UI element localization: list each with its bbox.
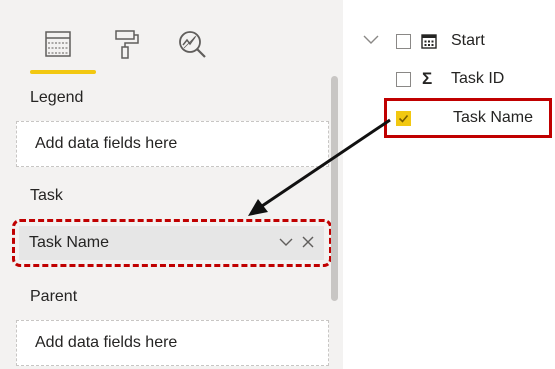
chevron-down-icon[interactable] — [362, 33, 380, 47]
format-tab[interactable] — [108, 26, 144, 62]
field-item-start[interactable]: Start — [396, 26, 485, 56]
legend-label: Legend — [30, 89, 84, 106]
parent-label: Parent — [30, 288, 78, 305]
analytics-tab[interactable] — [174, 26, 210, 62]
fields-tab[interactable] — [40, 26, 76, 62]
field-item-task-id[interactable]: Σ Task ID — [396, 64, 504, 94]
task-label: Task — [30, 187, 63, 204]
analytics-magnifier-icon — [179, 31, 206, 58]
visualizations-pane: Legend Add data fields here Task Task Na… — [0, 0, 343, 369]
scrollbar[interactable] — [331, 76, 338, 301]
task-highlight-box — [12, 219, 332, 267]
sigma-icon: Σ — [422, 69, 433, 88]
fields-grid-icon — [45, 31, 71, 57]
legend-drop-well[interactable]: Add data fields here — [16, 121, 329, 167]
task-name-highlight-box — [384, 98, 552, 138]
active-tab-indicator — [30, 70, 96, 74]
field-checkbox[interactable] — [396, 71, 411, 87]
field-label: Task ID — [451, 70, 505, 87]
field-label: Start — [451, 32, 485, 49]
field-checkbox[interactable] — [396, 33, 411, 49]
calendar-icon — [421, 34, 437, 49]
parent-drop-well[interactable]: Add data fields here — [16, 320, 329, 366]
paint-roller-icon — [115, 30, 139, 59]
